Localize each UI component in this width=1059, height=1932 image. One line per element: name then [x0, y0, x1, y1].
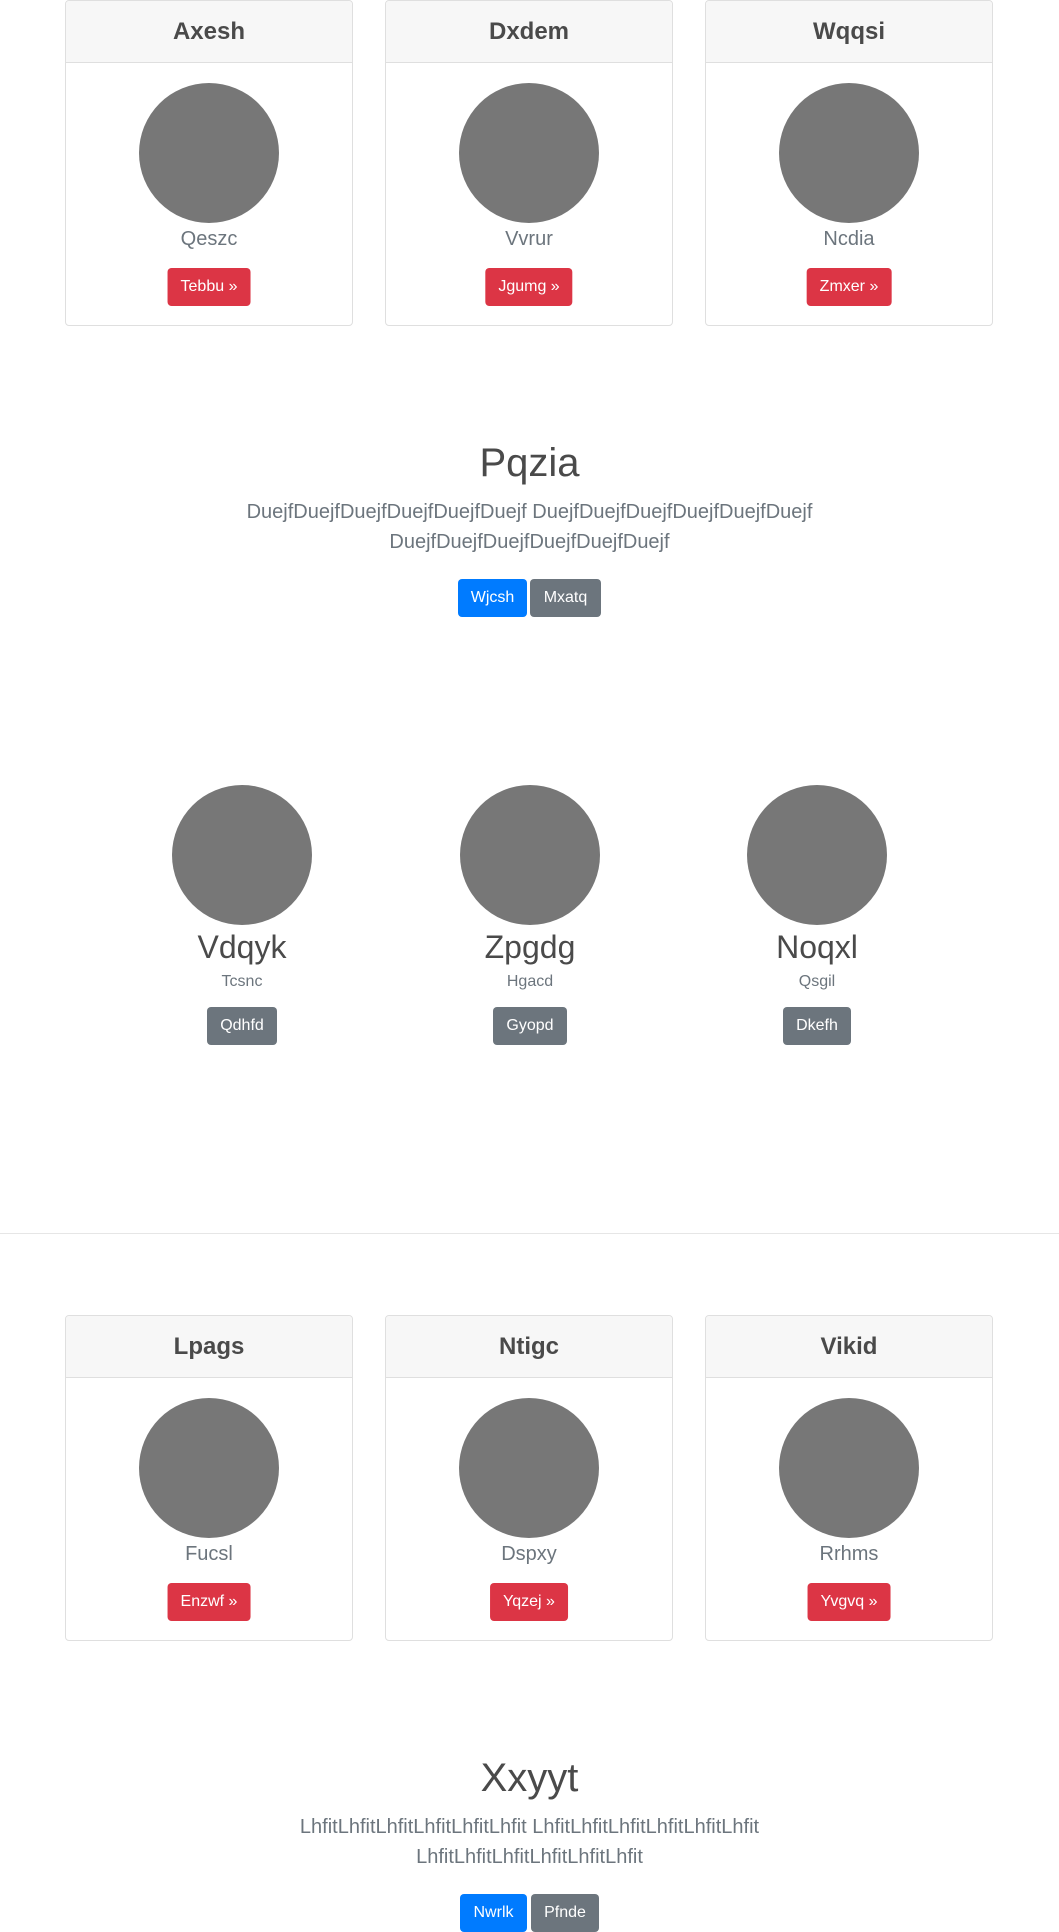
card-title: Vikid [706, 1316, 992, 1378]
card-wqqsi: Wqqsi Ncdia Zmxer » [705, 0, 993, 326]
card-name: Dspxy [501, 1543, 557, 1565]
jumbotron-text-line-1: LhfitLhfitLhfitLhfitLhfitLhfit LhfitLhfi… [299, 1816, 760, 1838]
card-name: Qeszc [180, 228, 238, 250]
avatar [172, 785, 312, 925]
card-action-button[interactable]: Tebbu » [167, 268, 251, 306]
card-lpags: Lpags Fucsl Enzwf » [65, 1315, 353, 1641]
person-subtitle: Tcsnc [221, 973, 263, 990]
avatar [459, 83, 599, 223]
person-button[interactable]: Dkefh [783, 1007, 851, 1045]
section-divider [0, 1233, 1059, 1234]
card-action-button[interactable]: Yvgvq » [807, 1583, 891, 1621]
jumbotron-primary-button[interactable]: Nwrlk [460, 1894, 527, 1932]
jumbotron-text-line-2: DuejfDuejfDuejfDuejfDuejfDuejf [389, 531, 670, 553]
card-dxdem: Dxdem Vvrur Jgumg » [385, 0, 673, 326]
avatar [139, 83, 279, 223]
person-vdqyk: Vdqyk Tcsnc Qdhfd [92, 785, 392, 1045]
person-name: Zpgdg [484, 929, 576, 965]
person-name: Noqxl [776, 929, 858, 965]
jumbotron-text-line-1: DuejfDuejfDuejfDuejfDuejfDuejf DuejfDuej… [246, 501, 813, 523]
card-title: Lpags [66, 1316, 352, 1378]
card-axesh: Axesh Qeszc Tebbu » [65, 0, 353, 326]
card-name: Rrhms [819, 1543, 879, 1565]
avatar [460, 785, 600, 925]
jumbotron-secondary-button[interactable]: Mxatq [530, 579, 601, 617]
person-name: Vdqyk [197, 929, 287, 965]
card-title: Axesh [66, 1, 352, 63]
avatar [747, 785, 887, 925]
avatar [459, 1398, 599, 1538]
jumbotron-title: Xxyyt [480, 1756, 579, 1800]
person-subtitle: Qsgil [798, 973, 836, 990]
card-name: Fucsl [185, 1543, 233, 1565]
card-name: Ncdia [823, 228, 875, 250]
avatar [779, 1398, 919, 1538]
person-noqxl: Noqxl Qsgil Dkefh [667, 785, 967, 1045]
person-button[interactable]: Qdhfd [207, 1007, 277, 1045]
card-action-button[interactable]: Enzwf » [167, 1583, 251, 1621]
jumbotron-primary-button[interactable]: Wjcsh [458, 579, 527, 617]
avatar [139, 1398, 279, 1538]
person-zpgdg: Zpgdg Hgacd Gyopd [380, 785, 680, 1045]
card-title: Ntigc [386, 1316, 672, 1378]
card-title: Wqqsi [706, 1, 992, 63]
jumbotron-text-line-2: LhfitLhfitLhfitLhfitLhfitLhfit [416, 1846, 643, 1868]
avatar [779, 83, 919, 223]
jumbotron-secondary-button[interactable]: Pfnde [531, 1894, 599, 1932]
person-button[interactable]: Gyopd [493, 1007, 567, 1045]
person-subtitle: Hgacd [506, 973, 554, 990]
card-ntigc: Ntigc Dspxy Yqzej » [385, 1315, 673, 1641]
card-action-button[interactable]: Jgumg » [485, 268, 573, 306]
card-action-button[interactable]: Zmxer » [806, 268, 892, 306]
card-vikid: Vikid Rrhms Yvgvq » [705, 1315, 993, 1641]
card-name: Vvrur [505, 228, 553, 250]
card-title: Dxdem [386, 1, 672, 63]
card-action-button[interactable]: Yqzej » [490, 1583, 568, 1621]
jumbotron-title: Pqzia [479, 441, 580, 485]
